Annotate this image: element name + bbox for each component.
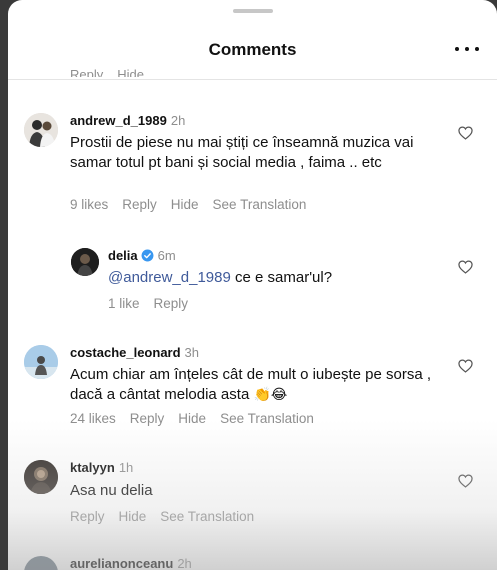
heart-icon[interactable] bbox=[458, 474, 473, 488]
emoji: 👏😂 bbox=[253, 387, 288, 403]
avatar[interactable] bbox=[24, 460, 58, 494]
more-horizontal-icon[interactable] bbox=[455, 41, 479, 57]
hide-button[interactable]: Hide bbox=[117, 67, 144, 77]
comments-sheet: Comments Reply Hide andrew_d_1989 2h Prost… bbox=[8, 0, 497, 570]
comment-header: ktalyyn 1h bbox=[70, 460, 133, 475]
comment-header: andrew_d_1989 2h bbox=[70, 113, 185, 128]
comment-actions: 1 like Reply bbox=[108, 296, 202, 311]
heart-icon[interactable] bbox=[458, 126, 473, 140]
drag-handle[interactable] bbox=[233, 9, 273, 13]
hide-button[interactable]: Hide bbox=[119, 509, 147, 524]
heart-icon[interactable] bbox=[458, 260, 473, 274]
reply-button[interactable]: Reply bbox=[70, 67, 103, 77]
comment-text: Prostii de piese nu mai știți ce înseamn… bbox=[70, 134, 414, 171]
username[interactable]: delia bbox=[108, 248, 138, 263]
reply-text: ce e samar'ul? bbox=[230, 269, 333, 286]
comment-text: @andrew_d_1989 ce e samar'ul? bbox=[108, 268, 438, 288]
page-title: Comments bbox=[208, 40, 297, 59]
comment-actions: Reply Hide See Translation bbox=[70, 509, 268, 524]
hide-button[interactable]: Hide bbox=[171, 197, 199, 212]
see-translation-button[interactable]: See Translation bbox=[160, 509, 254, 524]
username[interactable]: ktalyyn bbox=[70, 460, 115, 475]
username[interactable]: aurelianonceanu bbox=[70, 556, 173, 570]
comment-header: costache_leonard 3h bbox=[70, 345, 199, 360]
avatar[interactable] bbox=[24, 345, 58, 379]
avatar[interactable] bbox=[71, 248, 99, 276]
likes-count[interactable]: 9 likes bbox=[70, 197, 108, 212]
timestamp: 3h bbox=[184, 345, 200, 360]
timestamp: 1h bbox=[118, 460, 134, 475]
mention-link[interactable]: @andrew_d_1989 bbox=[108, 269, 231, 286]
reply-button[interactable]: Reply bbox=[154, 296, 189, 311]
reply-button[interactable]: Reply bbox=[130, 411, 165, 426]
header-divider bbox=[8, 79, 497, 80]
hide-button[interactable]: Hide bbox=[178, 411, 206, 426]
see-translation-button[interactable]: See Translation bbox=[220, 411, 314, 426]
likes-count[interactable]: 24 likes bbox=[70, 411, 116, 426]
username[interactable]: costache_leonard bbox=[70, 345, 181, 360]
reply-button[interactable]: Reply bbox=[70, 509, 105, 524]
comment-body: Acum chiar am înțeles cât de mult o iube… bbox=[70, 366, 432, 403]
timestamp: 2h bbox=[177, 556, 192, 570]
likes-count[interactable]: 1 like bbox=[108, 296, 140, 311]
avatar[interactable] bbox=[24, 556, 58, 570]
comment-header: aurelianonceanu 2h bbox=[70, 556, 192, 570]
comment-header: delia 6m bbox=[108, 248, 176, 263]
verified-badge-icon bbox=[141, 249, 154, 262]
comment-actions: 9 likes Reply Hide See Translation bbox=[70, 197, 320, 212]
heart-icon[interactable] bbox=[458, 359, 473, 373]
timestamp: 6m bbox=[157, 248, 176, 263]
avatar[interactable] bbox=[24, 113, 58, 147]
reply-button[interactable]: Reply bbox=[122, 197, 157, 212]
comment-text: Asa nu delia bbox=[70, 482, 153, 499]
comment-text: Acum chiar am înțeles cât de mult o iube… bbox=[70, 365, 440, 405]
timestamp: 2h bbox=[170, 113, 186, 128]
comment-actions: 24 likes Reply Hide See Translation bbox=[70, 411, 328, 426]
username[interactable]: andrew_d_1989 bbox=[70, 113, 167, 128]
see-translation-button[interactable]: See Translation bbox=[213, 197, 307, 212]
previous-comment-actions: Reply Hide bbox=[70, 63, 158, 77]
